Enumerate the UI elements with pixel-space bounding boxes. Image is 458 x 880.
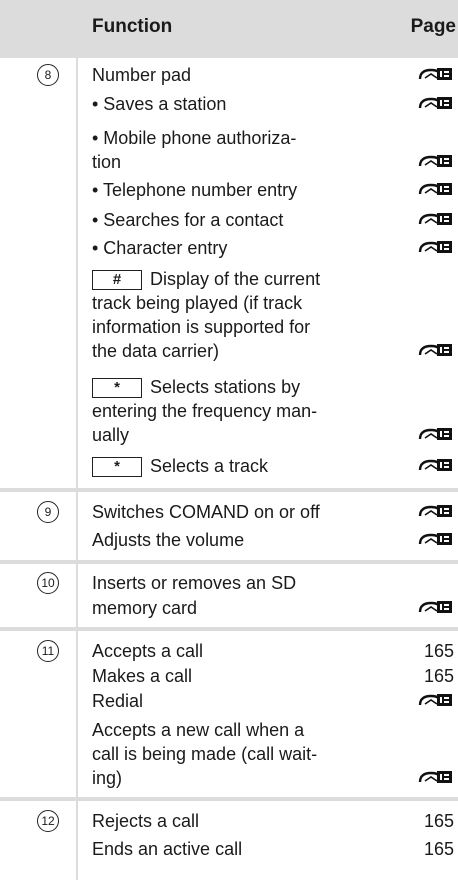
row-text: information is supported for [92, 317, 311, 337]
row-text: track being played (if track [92, 293, 303, 313]
row-separator [0, 627, 458, 631]
page-number: 165 [423, 666, 454, 686]
page-ref-icon [418, 183, 452, 195]
page-ref-icon [418, 155, 452, 167]
table-header: Function Page [0, 0, 458, 58]
row-text: the data carrier) [92, 341, 220, 361]
row-text: Accepts a new call when a [92, 720, 305, 740]
page-number: 165 [423, 839, 454, 859]
row-text: • Mobile phone authoriza- [92, 128, 297, 148]
item-number-11: 11 [37, 640, 59, 662]
row-text: Ends an active call [92, 839, 243, 859]
row-text: • Character entry [92, 238, 228, 258]
row-text: • Telephone number entry [92, 180, 298, 200]
item-number-10: 10 [37, 572, 59, 594]
row-separator [0, 797, 458, 801]
row-text: entering the frequency man- [92, 401, 318, 421]
row-text: # Display of the current [92, 268, 320, 291]
row-text: Switches COMAND on or off [92, 502, 320, 522]
row-text: Makes a call [92, 666, 193, 686]
column-divider [76, 58, 78, 880]
row-separator [0, 560, 458, 564]
page-number: 165 [423, 641, 454, 661]
row-text: call is being made (call wait- [92, 744, 318, 764]
page-ref-icon [418, 505, 452, 517]
page-ref-icon [418, 771, 452, 783]
row-text: * Selects stations by [92, 376, 300, 399]
row-text: tion [92, 152, 122, 172]
page-ref-icon [418, 344, 452, 356]
page-ref-icon [418, 533, 452, 545]
row-text: ually [92, 425, 130, 445]
header-page: Page [410, 16, 456, 37]
page-ref-icon [418, 601, 452, 613]
row-text: * Selects a track [92, 455, 268, 478]
row-text: Inserts or removes an SD [92, 573, 297, 593]
row-text: Accepts a call [92, 641, 204, 661]
page-ref-icon [418, 97, 452, 109]
row-text: ing) [92, 768, 123, 788]
item-number-12: 12 [37, 810, 59, 832]
row-text: • Saves a station [92, 94, 227, 114]
row-text: Adjusts the volume [92, 530, 245, 550]
item-number-8: 8 [37, 64, 59, 86]
star-key: * [92, 378, 142, 399]
row-text: Rejects a call [92, 811, 200, 831]
row-text: • Searches for a contact [92, 210, 284, 230]
row-text: Number pad [92, 65, 192, 85]
star-key: * [92, 457, 142, 478]
page-ref-icon [418, 459, 452, 471]
hash-key: # [92, 270, 142, 291]
page-ref-icon [418, 213, 452, 225]
header-function: Function [92, 16, 173, 37]
page-ref-icon [418, 694, 452, 706]
row-separator [0, 488, 458, 492]
page-ref-icon [418, 241, 452, 253]
row-text: memory card [92, 598, 198, 618]
item-number-9: 9 [37, 501, 59, 523]
page-ref-icon [418, 428, 452, 440]
row-text: Redial [92, 691, 144, 711]
page-number: 165 [423, 811, 454, 831]
page-ref-icon [418, 68, 452, 80]
function-table: Function Page 8 Number pad • Saves a sta… [0, 0, 458, 880]
